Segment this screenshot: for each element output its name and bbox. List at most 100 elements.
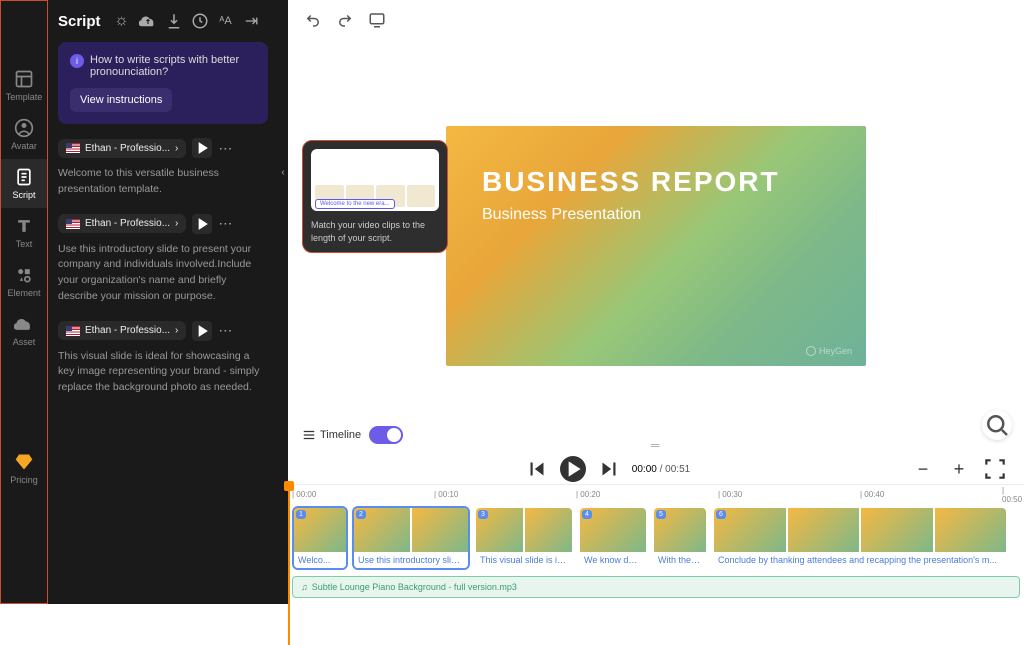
tip-text: How to write scripts with better pronoun… bbox=[90, 54, 256, 78]
view-instructions-button[interactable]: View instructions bbox=[70, 88, 172, 112]
text-icon bbox=[14, 216, 34, 236]
playback-bar: 00:00 / 00:51 − + bbox=[288, 452, 1024, 486]
voice-selector[interactable]: Ethan - Professio...› bbox=[58, 321, 186, 340]
voice-selector[interactable]: Ethan - Professio...› bbox=[58, 139, 186, 158]
clip-badge: 4 bbox=[582, 510, 592, 519]
slide-subtitle: Business Presentation bbox=[482, 206, 830, 224]
expand-icon[interactable]: ⇥ bbox=[243, 12, 261, 30]
playback-time: 00:00 / 00:51 bbox=[632, 464, 690, 475]
script-text: Use this introductory slide to present y… bbox=[58, 242, 268, 305]
upload-icon[interactable] bbox=[139, 12, 157, 30]
more-button[interactable]: ⋯ bbox=[218, 140, 232, 157]
script-title: Script bbox=[58, 13, 101, 30]
timeline[interactable]: | 00:00| 00:10| 00:20| 00:30| 00:40| 00:… bbox=[288, 486, 1024, 604]
lightbulb-icon[interactable]: ☼ bbox=[113, 12, 131, 30]
element-icon bbox=[14, 265, 34, 285]
play-button[interactable] bbox=[560, 456, 586, 482]
script-text: This visual slide is ideal for showcasin… bbox=[58, 349, 268, 396]
slide-title: BUSINESS REPORT bbox=[482, 166, 830, 198]
play-script-button[interactable] bbox=[192, 138, 212, 158]
zoom-fit-button[interactable] bbox=[982, 410, 1012, 440]
flag-icon bbox=[66, 326, 80, 336]
ruler-tick: | 00:20 bbox=[576, 490, 600, 499]
template-icon bbox=[14, 69, 34, 89]
undo-button[interactable] bbox=[304, 11, 322, 29]
timeline-toggle-row: Timeline bbox=[302, 426, 403, 444]
timeline-clip[interactable]: 2 Use this introductory slide ... bbox=[352, 506, 470, 570]
zoom-out-button[interactable]: − bbox=[910, 456, 936, 482]
prev-button[interactable] bbox=[524, 456, 550, 482]
playhead[interactable] bbox=[288, 485, 290, 645]
timeline-clip[interactable]: 3 This visual slide is ide... bbox=[474, 506, 574, 570]
script-panel: Script ☼ ᴬA ⇥ i How to write scripts with… bbox=[48, 0, 278, 604]
more-button[interactable]: ⋯ bbox=[218, 215, 232, 232]
script-block[interactable]: Ethan - Professio...› ⋯ This visual slide … bbox=[58, 321, 268, 396]
redo-button[interactable] bbox=[336, 11, 354, 29]
diamond-icon bbox=[14, 452, 34, 472]
clip-label: Use this introductory slide ... bbox=[354, 552, 468, 568]
script-text: Welcome to this versatile business prese… bbox=[58, 166, 268, 198]
rail-element[interactable]: Element bbox=[1, 257, 47, 306]
rail-text[interactable]: Text bbox=[1, 208, 47, 257]
translate-icon[interactable]: ᴬA bbox=[217, 12, 235, 30]
timeline-clip[interactable]: 6 Conclude by thanking attendees and reca… bbox=[712, 506, 1008, 570]
clip-badge: 5 bbox=[656, 510, 666, 519]
topbar bbox=[288, 0, 1024, 40]
tooltip-card: Welcome to the new era... Match your vid… bbox=[302, 140, 448, 253]
script-icon bbox=[14, 167, 34, 187]
script-block[interactable]: Ethan - Professio...› ⋯ Use this introduct… bbox=[58, 214, 268, 305]
canvas[interactable]: BUSINESS REPORT Business Presentation He… bbox=[288, 40, 1024, 452]
timeline-clip[interactable]: 4 We know dat... bbox=[578, 506, 648, 570]
resize-handle[interactable]: ═ bbox=[651, 438, 662, 452]
brand-watermark: HeyGen bbox=[806, 346, 852, 356]
voice-selector[interactable]: Ethan - Professio...› bbox=[58, 214, 186, 233]
music-icon: ♫ bbox=[301, 582, 308, 592]
clip-row: 1 Welco... 2 Use this introductory slide ..… bbox=[288, 504, 1024, 572]
next-button[interactable] bbox=[596, 456, 622, 482]
flag-icon bbox=[66, 219, 80, 229]
clip-label: This visual slide is ide... bbox=[476, 552, 572, 568]
main-area: BUSINESS REPORT Business Presentation He… bbox=[288, 0, 1024, 604]
more-button[interactable]: ⋯ bbox=[218, 322, 232, 339]
script-block[interactable]: Ethan - Professio...› ⋯ Welcome to this ve… bbox=[58, 138, 268, 198]
clip-badge: 6 bbox=[716, 510, 726, 519]
rail-avatar[interactable]: Avatar bbox=[1, 110, 47, 159]
info-icon: i bbox=[70, 54, 84, 68]
clip-badge: 2 bbox=[356, 510, 366, 519]
play-script-button[interactable] bbox=[192, 214, 212, 234]
fit-timeline-button[interactable] bbox=[982, 456, 1008, 482]
asset-icon bbox=[14, 314, 34, 334]
ruler: | 00:00| 00:10| 00:20| 00:30| 00:40| 00:… bbox=[288, 484, 1024, 504]
clip-badge: 1 bbox=[296, 510, 306, 519]
slide-preview[interactable]: BUSINESS REPORT Business Presentation He… bbox=[446, 126, 866, 366]
ruler-tick: | 00:00 bbox=[292, 490, 316, 499]
timeline-label: Timeline bbox=[302, 428, 361, 442]
clip-label: With the d... bbox=[654, 552, 706, 568]
download-icon[interactable] bbox=[165, 12, 183, 30]
clip-label: Welco... bbox=[294, 552, 346, 568]
tip-box: i How to write scripts with better pronou… bbox=[58, 42, 268, 124]
ruler-tick: | 00:30 bbox=[718, 490, 742, 499]
ruler-tick: | 00:50 bbox=[1002, 486, 1024, 504]
flag-icon bbox=[66, 143, 80, 153]
timeline-clip[interactable]: 5 With the d... bbox=[652, 506, 708, 570]
audio-track[interactable]: ♫Subtle Lounge Piano Background - full v… bbox=[292, 576, 1020, 598]
rail-pricing[interactable]: Pricing bbox=[1, 444, 47, 493]
rail-script[interactable]: Script bbox=[1, 159, 47, 208]
ai-icon[interactable] bbox=[191, 12, 209, 30]
timeline-toggle[interactable] bbox=[369, 426, 403, 444]
avatar-icon bbox=[14, 118, 34, 138]
ruler-tick: | 00:40 bbox=[860, 490, 884, 499]
preview-button[interactable] bbox=[368, 11, 386, 29]
script-header: Script ☼ ᴬA ⇥ bbox=[58, 12, 268, 30]
clip-label: We know dat... bbox=[580, 552, 646, 568]
left-rail: Template Avatar Script Text Element Asse… bbox=[0, 0, 48, 604]
clip-label: Conclude by thanking attendees and recap… bbox=[714, 552, 1006, 568]
tooltip-thumb: Welcome to the new era... bbox=[311, 149, 439, 211]
zoom-in-button[interactable]: + bbox=[946, 456, 972, 482]
rail-asset[interactable]: Asset bbox=[1, 306, 47, 355]
rail-template[interactable]: Template bbox=[1, 61, 47, 110]
timeline-clip[interactable]: 1 Welco... bbox=[292, 506, 348, 570]
clip-badge: 3 bbox=[478, 510, 488, 519]
play-script-button[interactable] bbox=[192, 321, 212, 341]
